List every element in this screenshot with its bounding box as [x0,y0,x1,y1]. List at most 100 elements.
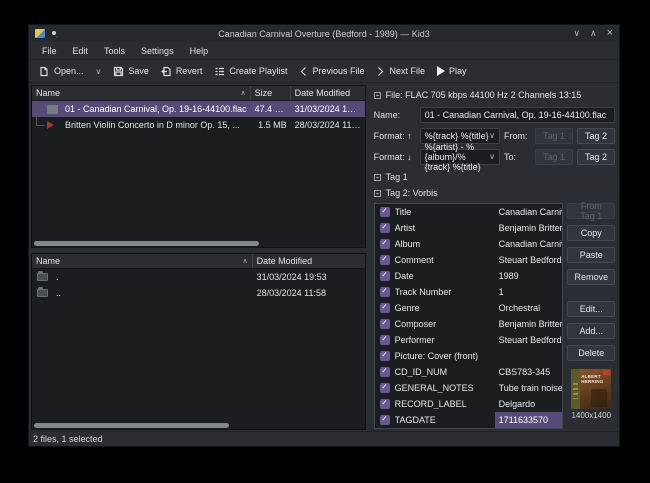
paste-button[interactable]: Paste [567,247,615,263]
file-list-column-date[interactable]: Date Modified [291,86,365,100]
left-panel: Name Size Date Modified 01 - Canadian Ca… [29,83,367,431]
add-button[interactable]: Add... [567,323,615,339]
audio-file-icon [47,105,58,114]
close-button[interactable] [607,26,613,41]
menu-edit[interactable]: Edit [66,44,96,58]
tag-row-picture[interactable]: Picture: Cover (front) [375,348,563,364]
folder-list-column-name[interactable]: Name [32,254,253,268]
copy-button[interactable]: Copy [567,225,615,241]
menu-settings[interactable]: Settings [134,44,181,58]
collapse-icon[interactable] [374,190,381,197]
chevron-down-icon [489,152,495,161]
album-art-thumbnail[interactable]: ALBERT HERRING [571,369,611,409]
checkbox-checked[interactable] [380,255,390,265]
scrollbar-thumb[interactable] [34,423,229,428]
filename-input[interactable] [420,107,615,123]
next-file-button[interactable]: Next File [371,64,430,79]
titlebar[interactable]: Canadian Carnival Overture (Bedford - 19… [29,25,619,42]
menu-help[interactable]: Help [183,44,216,58]
tag-row-tagdate[interactable]: TAGDATE 1711633570 [375,412,563,428]
checkbox-checked[interactable] [380,319,390,329]
chevron-down-icon [489,131,495,140]
edit-button[interactable]: Edit... [567,301,615,317]
checkbox-checked[interactable] [380,335,390,345]
remove-button[interactable]: Remove [567,269,615,285]
kid3-window: Canadian Carnival Overture (Bedford - 19… [28,24,620,447]
checkbox-checked[interactable] [380,303,390,313]
from-tag1-button: Tag 1 [535,128,573,144]
from-tag2-button[interactable]: Tag 2 [577,128,615,144]
minimize-button[interactable] [573,26,580,41]
file-section-header[interactable]: File: FLAC 705 kbps 44100 Hz 2 Channels … [374,88,615,102]
file-row[interactable]: 01 - Canadian Carnival, Op. 19-16-44100.… [32,101,365,117]
play-icon [437,66,445,76]
file-list-column-size[interactable]: Size [251,86,291,100]
tag2-section-header[interactable]: Tag 2: Vorbis [374,186,615,200]
checkbox-checked[interactable] [380,223,390,233]
checkbox-checked[interactable] [380,271,390,281]
playlist-icon [214,66,225,77]
checkbox-checked[interactable] [380,367,390,377]
checkbox-checked[interactable] [380,399,390,409]
open-dropdown-button[interactable] [91,65,107,78]
create-playlist-button[interactable]: Create Playlist [209,64,292,79]
menu-tools[interactable]: Tools [97,44,132,58]
file-list: Name Size Date Modified 01 - Canadian Ca… [31,85,366,248]
save-icon [113,66,124,77]
checkbox-checked[interactable] [380,415,390,425]
tag-row-composer[interactable]: Composer Benjamin Britten [375,316,563,332]
collapse-icon[interactable] [374,92,381,99]
tag-row-record-label[interactable]: RECORD_LABEL Delgardo [375,396,563,412]
file-list-column-name[interactable]: Name [32,86,251,100]
play-button[interactable]: Play [432,64,472,78]
tag-panel: File: FLAC 705 kbps 44100 Hz 2 Channels … [370,83,619,431]
checkbox-checked[interactable] [380,207,390,217]
tag-row-date[interactable]: Date 1989 [375,268,563,284]
tag-row-comment[interactable]: Comment Steuart Bedford, English Chamber… [375,252,563,268]
chevron-right-icon [376,66,385,77]
tag-row-album[interactable]: Album Canadian Carnival Overture (Bedfor… [375,236,563,252]
save-button[interactable]: Save [108,64,154,79]
tag-row-title[interactable]: Title Canadian Carnival, Op. 19 [375,204,563,220]
folder-list-hscrollbar[interactable] [32,422,365,429]
checkbox-checked[interactable] [380,383,390,393]
tree-connector [36,101,45,110]
tag-row-genre[interactable]: Genre Orchestral [375,300,563,316]
format-from-filename-row: Format: ↑ %{track} %{title} From: Tag 1 … [374,127,615,144]
open-button[interactable]: Open... [34,64,89,79]
file-list-hscrollbar[interactable] [32,240,365,247]
collapse-icon[interactable] [374,174,381,181]
name-label: Name: [374,110,416,120]
to-tag2-button[interactable]: Tag 2 [577,149,615,165]
from-tag1-action-button: From Tag 1 [567,203,615,219]
folder-list-header: Name Date Modified [32,254,365,269]
tag-frame-table: Title Canadian Carnival, Op. 19 Artist B… [374,203,564,429]
to-label: To: [504,152,531,162]
folder-list-body: . 31/03/2024 19:53 .. 28/03/2024 11:58 [32,269,365,422]
tag-row-cd-id-num[interactable]: CD_ID_NUM CBS783-345 [375,364,563,380]
tag-row-general-notes[interactable]: GENERAL_NOTES Tube train noise in the Ad… [375,380,563,396]
file-row[interactable]: Britten Violin Concerto in D minor Op. 1… [32,117,365,133]
format-down-combobox[interactable]: %{artist} - %{album}/%{track} %{title} [420,149,500,165]
window-title: Canadian Carnival Overture (Bedford - 19… [29,29,619,39]
menu-file[interactable]: File [35,44,64,58]
previous-file-button[interactable]: Previous File [294,64,369,79]
delete-button[interactable]: Delete [567,345,615,361]
folder-icon [37,289,48,297]
maximize-button[interactable] [590,26,597,41]
tag-row-performer[interactable]: Performer Steuart Bedford [375,332,563,348]
checkbox-checked[interactable] [380,351,390,361]
folder-row[interactable]: . 31/03/2024 19:53 [32,269,365,285]
tag1-section-header[interactable]: Tag 1 [374,170,615,184]
kid3-app-icon [35,29,45,38]
folder-row[interactable]: .. 28/03/2024 11:58 [32,285,365,301]
folder-list-column-date[interactable]: Date Modified [253,254,365,268]
checkbox-checked[interactable] [380,287,390,297]
revert-button[interactable]: Revert [156,64,208,79]
checkbox-checked[interactable] [380,239,390,249]
tag-row-artist[interactable]: Artist Benjamin Britten [375,220,563,236]
statusbar: 2 files, 1 selected [29,431,619,446]
tag-row-track-number[interactable]: Track Number 1 [375,284,563,300]
album-art-dimensions: 1400x1400 [571,411,611,420]
scrollbar-thumb[interactable] [34,241,259,246]
